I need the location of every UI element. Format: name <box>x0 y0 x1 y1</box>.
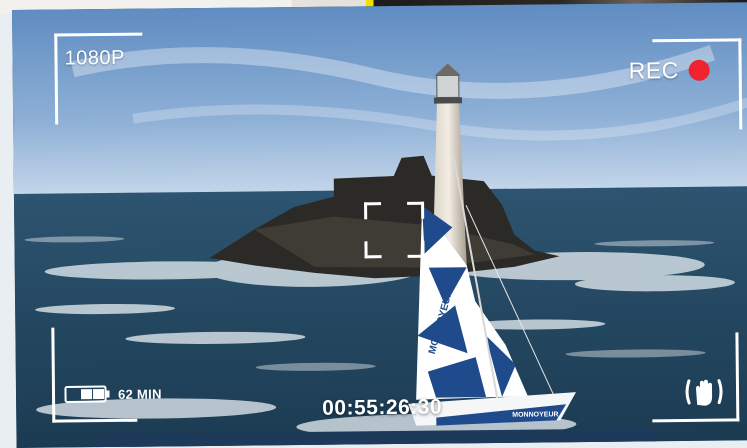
battery-status: 62 MIN <box>64 384 162 403</box>
battery-icon <box>64 385 110 403</box>
focus-corner <box>364 241 382 259</box>
resolution-label: 1080P <box>64 46 125 70</box>
battery-remaining-label: 62 MIN <box>117 385 162 402</box>
hull-brand-text: MONNOYEUR <box>512 411 558 418</box>
record-indicator[interactable]: REC <box>629 57 710 85</box>
frame-corner-bottom-left <box>51 326 138 423</box>
focus-corner <box>407 240 425 258</box>
hand-stabilize-icon[interactable] <box>684 375 724 409</box>
frame-corner-top-right <box>652 38 743 131</box>
record-dot-icon <box>688 59 710 81</box>
focus-corner <box>364 202 382 220</box>
timecode: 00:55:26:30 <box>322 395 443 420</box>
camera-viewfinder: MONNOYEUR MONNOYEUR 1080P REC 62 MIN 00:… <box>12 2 747 448</box>
focus-corner <box>407 201 425 219</box>
focus-bracket-icon[interactable] <box>364 201 425 259</box>
rec-label: REC <box>628 57 679 84</box>
